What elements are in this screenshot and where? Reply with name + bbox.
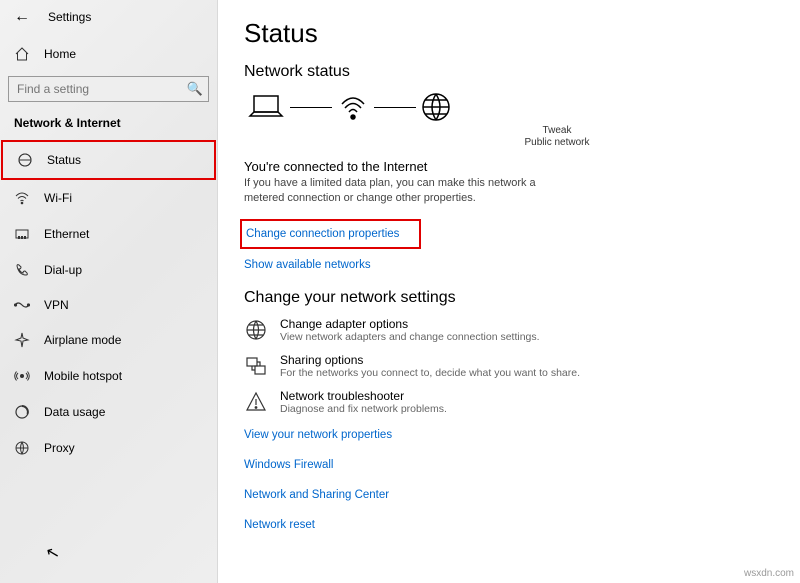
proxy-icon [14, 440, 30, 456]
status-icon [17, 152, 33, 168]
option-adapter[interactable]: Change adapter options View network adap… [244, 317, 774, 343]
sidebar-item-datausage[interactable]: Data usage [0, 394, 217, 430]
nav-label: Proxy [44, 441, 75, 455]
option-title: Network troubleshooter [280, 389, 447, 403]
change-settings-heading: Change your network settings [244, 289, 774, 307]
window-topbar: ← Settings [0, 6, 217, 34]
connected-heading: You're connected to the Internet [244, 159, 774, 174]
change-connection-properties-link[interactable]: Change connection properties [246, 228, 399, 240]
nav-label: Status [47, 153, 81, 167]
sidebar-item-dialup[interactable]: Dial-up [0, 252, 217, 288]
nav-label: Wi-Fi [44, 191, 72, 205]
links-list: View your network properties Windows Fir… [244, 425, 774, 535]
search-input[interactable] [8, 76, 209, 102]
sidebar-item-hotspot[interactable]: Mobile hotspot [0, 358, 217, 394]
change-connection-properties-highlight: Change connection properties [240, 219, 421, 249]
search-icon: 🔍 [187, 81, 203, 97]
option-sharing[interactable]: Sharing options For the networks you con… [244, 353, 774, 379]
sidebar-item-status[interactable]: Status [1, 140, 216, 180]
option-title: Sharing options [280, 353, 580, 367]
page-title: Status [244, 18, 774, 49]
option-title: Change adapter options [280, 317, 540, 331]
option-troubleshooter[interactable]: Network troubleshooter Diagnose and fix … [244, 389, 774, 415]
option-desc: Diagnose and fix network problems. [280, 403, 447, 415]
nav-label: Ethernet [44, 227, 89, 241]
category-heading: Network & Internet [0, 112, 217, 140]
main-content: Status Network status Tweak Public netwo… [218, 0, 800, 583]
view-network-properties-link[interactable]: View your network properties [244, 429, 774, 441]
option-desc: View network adapters and change connect… [280, 331, 540, 343]
watermark: wsxdn.com [744, 568, 794, 579]
data-icon [14, 404, 30, 420]
sidebar-item-home[interactable]: Home [0, 38, 217, 70]
ethernet-icon [14, 226, 30, 242]
vpn-icon [14, 298, 30, 312]
network-reset-link[interactable]: Network reset [244, 519, 774, 531]
back-icon[interactable]: ← [14, 8, 30, 26]
network-name: Tweak [340, 125, 774, 137]
home-icon [14, 46, 30, 62]
network-status-heading: Network status [244, 63, 774, 81]
app-title: Settings [48, 10, 91, 24]
nav-label: VPN [44, 298, 69, 312]
sidebar-item-vpn[interactable]: VPN [0, 288, 217, 322]
dialup-icon [14, 262, 30, 278]
nav-label: Data usage [44, 405, 105, 419]
sidebar-item-proxy[interactable]: Proxy [0, 430, 217, 466]
home-label: Home [44, 47, 76, 61]
troubleshooter-icon [244, 391, 268, 413]
airplane-icon [14, 332, 30, 348]
diagram-line [374, 107, 416, 108]
network-diagram [246, 91, 774, 123]
nav-list: Status Wi-Fi Ethernet Dial-up VPN [0, 140, 217, 466]
network-type: Public network [340, 137, 774, 149]
nav-label: Dial-up [44, 263, 82, 277]
wifi-router-icon [336, 92, 370, 122]
search-wrapper: 🔍 [8, 76, 209, 102]
adapter-icon [244, 319, 268, 341]
sidebar-item-wifi[interactable]: Wi-Fi [0, 180, 217, 216]
hotspot-icon [14, 368, 30, 384]
sidebar: ← Settings Home 🔍 Network & Internet Sta… [0, 0, 218, 583]
nav-label: Airplane mode [44, 333, 121, 347]
wifi-icon [14, 190, 30, 206]
laptop-icon [246, 92, 286, 122]
diagram-caption: Tweak Public network [340, 125, 774, 149]
nav-label: Mobile hotspot [44, 369, 122, 383]
sidebar-item-ethernet[interactable]: Ethernet [0, 216, 217, 252]
change-network-settings-section: Change your network settings Change adap… [244, 289, 774, 535]
globe-icon [420, 91, 452, 123]
connected-description: If you have a limited data plan, you can… [244, 176, 564, 207]
sharing-icon [244, 355, 268, 377]
show-available-networks-link[interactable]: Show available networks [244, 259, 371, 271]
diagram-line [290, 107, 332, 108]
sidebar-item-airplane[interactable]: Airplane mode [0, 322, 217, 358]
network-sharing-center-link[interactable]: Network and Sharing Center [244, 489, 774, 501]
option-desc: For the networks you connect to, decide … [280, 367, 580, 379]
windows-firewall-link[interactable]: Windows Firewall [244, 459, 774, 471]
